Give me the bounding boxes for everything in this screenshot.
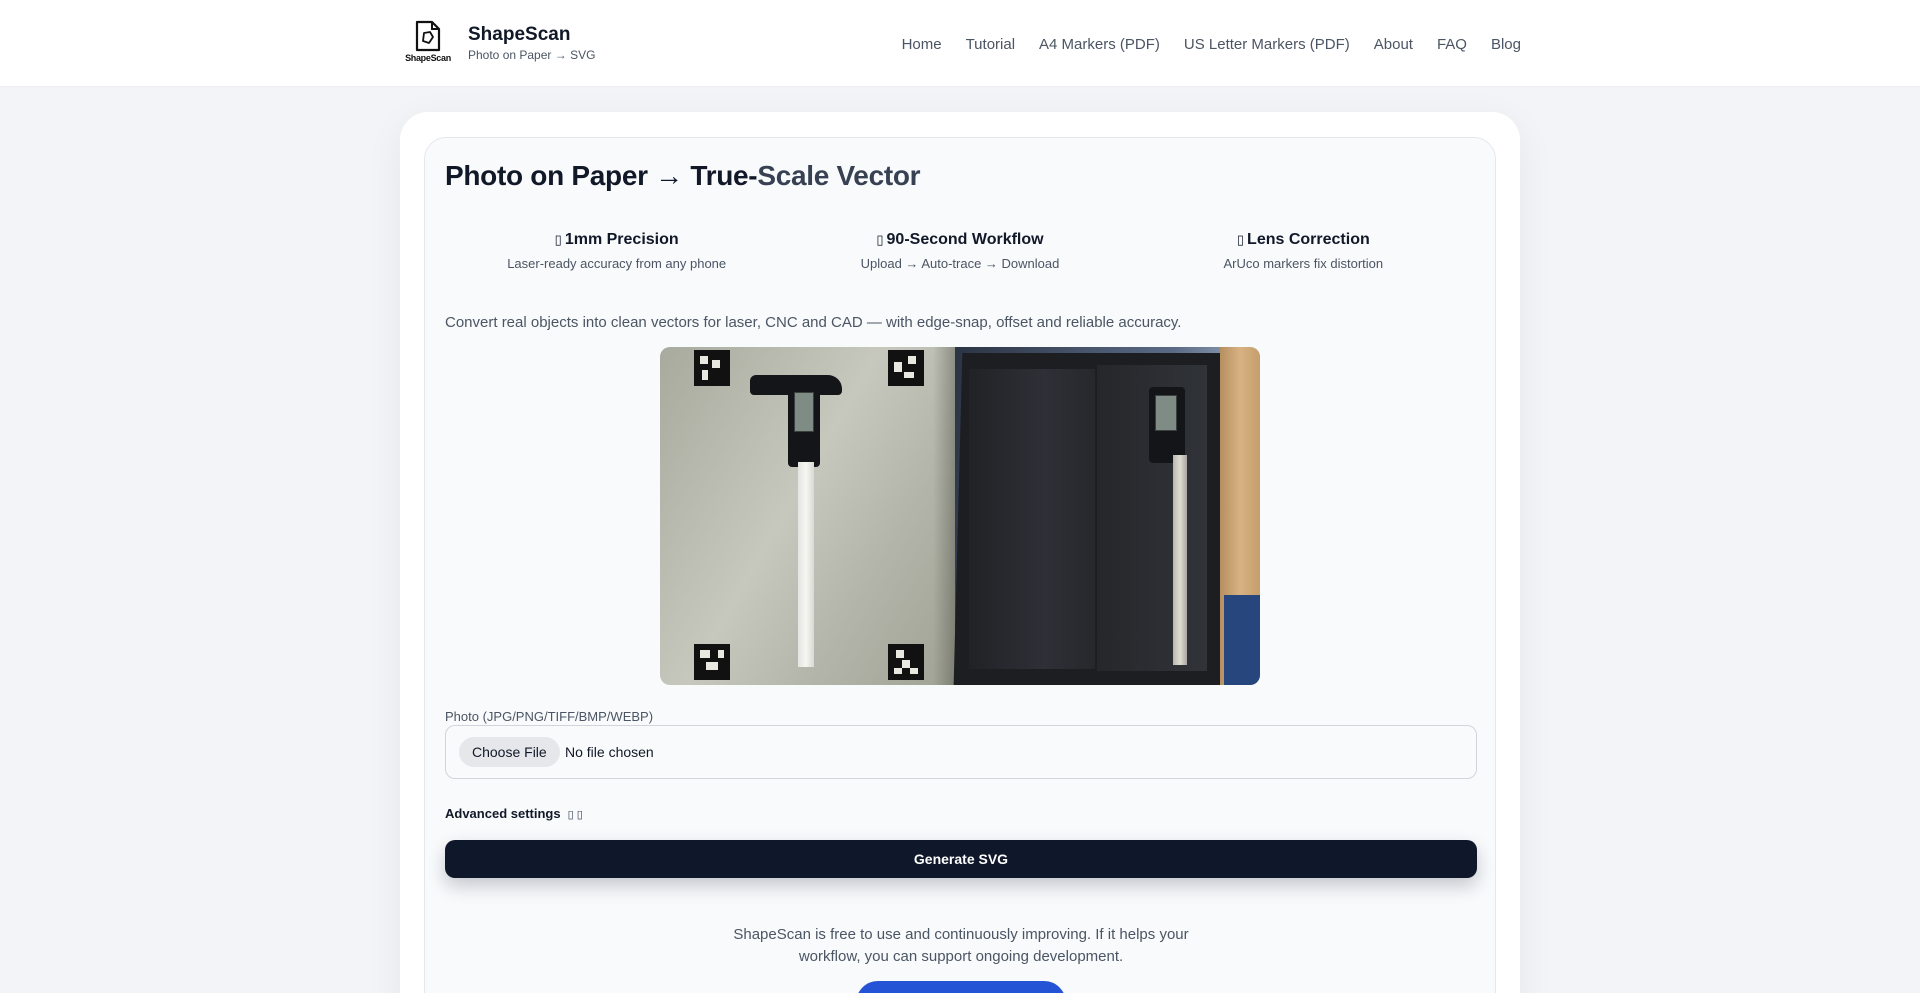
nav-home[interactable]: Home (902, 35, 942, 55)
aruco-marker (694, 350, 730, 386)
photo-caliper-in-case (953, 347, 1260, 685)
aruco-marker (888, 644, 924, 680)
feature-desc: Laser-ready accuracy from any phone (507, 256, 727, 271)
intro-text: Convert real objects into clean vectors … (445, 314, 1182, 331)
target-icon: ▯ (554, 232, 562, 247)
brand[interactable]: ShapeScan ShapeScan Photo on Paper → SVG (403, 20, 595, 66)
nav-faq[interactable]: FAQ (1437, 35, 1467, 55)
nav-tutorial[interactable]: Tutorial (966, 35, 1015, 55)
brand-tagline: Photo on Paper → SVG (468, 47, 596, 62)
nav-about[interactable]: About (1374, 35, 1413, 55)
brand-name[interactable]: ShapeScan (468, 24, 595, 46)
advanced-settings-toggle[interactable]: Advanced settings ▯ ▯ (445, 806, 583, 821)
photo-upload-label: Photo (JPG/PNG/TIFF/BMP/WEBP) (445, 709, 654, 724)
aruco-marker (694, 644, 730, 680)
nav-us-letter-markers[interactable]: US Letter Markers (PDF) (1184, 35, 1350, 55)
feature-precision: ▯ 1mm Precision Laser-ready accuracy from… (445, 230, 788, 272)
support-text: ShapeScan is free to use and continuousl… (733, 926, 1189, 965)
feature-desc: ArUco markers fix distortion (1223, 256, 1384, 271)
main-card: Photo on Paper → True-Scale Vector ▯ 1mm … (400, 112, 1520, 993)
feature-workflow: ▯ 90-Second Workflow Upload → Auto-trace … (788, 230, 1131, 272)
nav-a4-markers[interactable]: A4 Markers (PDF) (1039, 35, 1160, 55)
choose-file-button[interactable]: Choose File (459, 737, 560, 767)
photo-caliper-on-paper (660, 347, 955, 685)
photo-file-input[interactable]: Choose File No file chosen (445, 725, 1477, 779)
lens-icon: ▯ (1236, 232, 1245, 247)
feature-title: 90-Second Workflow (886, 231, 1044, 248)
title-accent: Scale Vector (757, 160, 921, 191)
nav-blog[interactable]: Blog (1491, 35, 1521, 55)
feature-desc: Upload → Auto-trace → Download (860, 256, 1060, 271)
converter-panel: Photo on Paper → True-Scale Vector ▯ 1mm … (424, 137, 1496, 993)
page-title: Photo on Paper → True-Scale Vector (445, 160, 921, 192)
logo-text: ShapeScan (405, 53, 451, 63)
site-header: ShapeScan ShapeScan Photo on Paper → SVG… (0, 0, 1920, 87)
feature-list: ▯ 1mm Precision Laser-ready accuracy from… (445, 230, 1475, 272)
timer-icon: ▯ (876, 232, 884, 247)
generate-svg-button[interactable]: Generate SVG (445, 840, 1477, 878)
feature-title: 1mm Precision (564, 231, 679, 248)
feature-title: Lens Correction (1247, 231, 1370, 248)
advanced-settings-label: Advanced settings (445, 806, 561, 821)
example-photos (660, 347, 1260, 685)
aruco-marker (888, 350, 924, 386)
document-shape-icon (415, 20, 441, 52)
main-nav: Home Tutorial A4 Markers (PDF) US Letter… (878, 35, 1521, 55)
file-status: No file chosen (565, 744, 654, 760)
support-button[interactable] (856, 981, 1066, 993)
feature-lens-correction: ▯ Lens Correction ArUco markers fix disto… (1132, 230, 1475, 272)
settings-icon: ▯ ▯ (567, 809, 583, 821)
brand-logo[interactable]: ShapeScan (403, 20, 453, 66)
title-main: Photo on Paper → True- (445, 160, 758, 191)
